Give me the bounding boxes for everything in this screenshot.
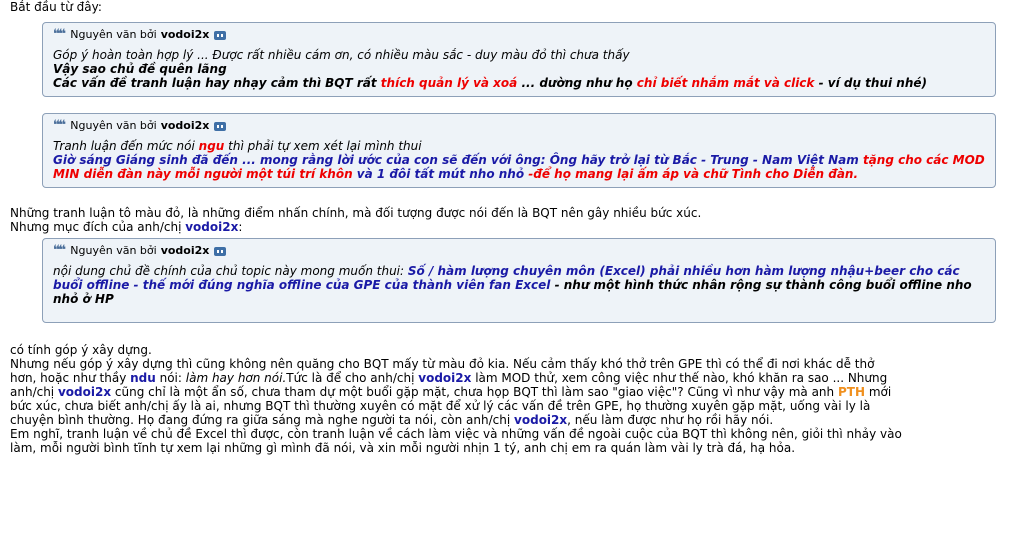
username-link[interactable]: vodoi2x: [514, 413, 567, 427]
quote-mark-icon: ❝❝: [53, 243, 66, 258]
view-post-icon[interactable]: [214, 121, 227, 131]
quote-line: nội dung chủ đề chính của chủ topic này …: [53, 264, 960, 278]
quote-line: MIN diễn đàn này mỗi người một túi trí k…: [53, 167, 859, 181]
paragraph: Nhưng mục đích của anh/chị vodoi2x:: [10, 220, 243, 234]
quote-author-link[interactable]: vodoi2x: [161, 28, 210, 42]
username-link[interactable]: vodoi2x: [58, 385, 111, 399]
username-link[interactable]: vodoi2x: [185, 220, 238, 234]
quote-mark-icon: ❝❝: [53, 27, 66, 42]
quote-author-link[interactable]: vodoi2x: [161, 119, 210, 133]
quote-line: Các vấn đề tranh luận hay nhạy cảm thì B…: [53, 76, 927, 90]
quote-body: nội dung chủ đề chính của chủ topic này …: [53, 264, 985, 316]
quote-header: ❝❝ Nguyên văn bởi vodoi2x: [53, 119, 985, 133]
intro-text: Bắt đầu từ đây:: [10, 0, 102, 14]
username-link[interactable]: vodoi2x: [418, 371, 471, 385]
quote-prefix: Nguyên văn bởi: [70, 244, 157, 257]
quote-header: ❝❝ Nguyên văn bởi vodoi2x: [53, 244, 985, 258]
quote-prefix: Nguyên văn bởi: [70, 119, 157, 132]
quote-block-3: ❝❝ Nguyên văn bởi vodoi2x nội dung chủ đ…: [42, 238, 996, 323]
quote-line: Giờ sáng Giáng sinh đã đến ... mong rằng…: [53, 153, 985, 167]
quote-mark-icon: ❝❝: [53, 118, 66, 133]
view-post-icon[interactable]: [214, 30, 227, 40]
quote-line: Vậy sao chủ đề quên lãng: [53, 62, 227, 76]
quote-author-link[interactable]: vodoi2x: [161, 244, 210, 258]
quote-line: Góp ý hoàn toàn hợp lý ... Được rất nhiề…: [53, 48, 630, 62]
quote-line: Tranh luận đến mức nói ngu thì phải tự x…: [53, 139, 422, 153]
quote-body: Góp ý hoàn toàn hợp lý ... Được rất nhiề…: [53, 48, 985, 90]
username-link[interactable]: PTH: [838, 385, 865, 399]
view-post-icon[interactable]: [214, 246, 227, 256]
post-content: Bắt đầu từ đây: ❝❝ Nguyên văn bởi vodoi2…: [0, 0, 1023, 455]
quote-line: buổi offline - thế mới đúng nghĩa offlin…: [53, 278, 972, 292]
quote-block-1: ❝❝ Nguyên văn bởi vodoi2x Góp ý hoàn toà…: [42, 22, 996, 97]
username-link[interactable]: ndu: [130, 371, 156, 385]
quote-header: ❝❝ Nguyên văn bởi vodoi2x: [53, 28, 985, 42]
quote-prefix: Nguyên văn bởi: [70, 28, 157, 41]
quote-body: Tranh luận đến mức nói ngu thì phải tự x…: [53, 139, 985, 181]
quote-block-2: ❝❝ Nguyên văn bởi vodoi2x Tranh luận đến…: [42, 113, 996, 188]
quote-line: nhỏ ở HP: [53, 292, 114, 306]
paragraph: Những tranh luận tô màu đỏ, là những điể…: [10, 206, 702, 220]
body-text: có tính góp ý xây dựng. Nhưng nếu góp ý …: [10, 343, 902, 455]
